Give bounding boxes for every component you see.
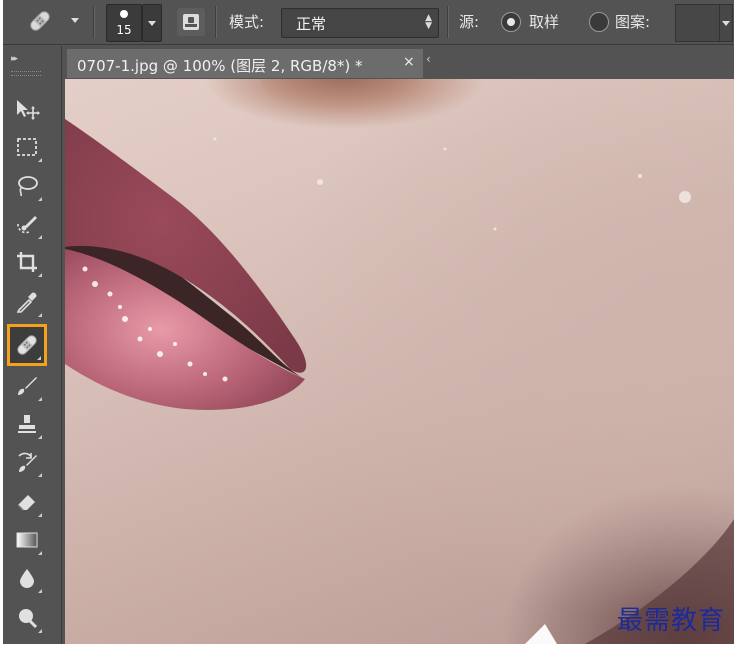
drop-icon <box>20 569 34 588</box>
healing-brush-tool[interactable] <box>7 324 47 366</box>
collapse-panel-icon[interactable]: ▸▸ <box>11 54 18 64</box>
pattern-label[interactable]: 图案: <box>615 11 650 32</box>
brush-picker-dropdown[interactable] <box>142 4 162 42</box>
tool-group-indicator <box>38 629 42 633</box>
toolbox: ▸▸ <box>3 46 62 644</box>
move-icon <box>17 100 40 120</box>
tool-group-indicator <box>38 513 42 517</box>
tool-group-indicator <box>38 397 42 401</box>
tool-preset-picker[interactable] <box>23 6 57 36</box>
mode-select[interactable]: 正常 ▲ ▼ <box>281 8 439 38</box>
tool-group-indicator <box>38 273 42 277</box>
bandage-icon <box>30 11 50 31</box>
bandage-icon <box>17 335 37 355</box>
marquee-icon <box>17 138 37 156</box>
pattern-swatch[interactable] <box>675 4 721 42</box>
history-brush-icon <box>18 452 37 472</box>
clone-stamp-tool[interactable] <box>9 406 45 442</box>
document-tab-bar: 0707-1.jpg @ 100% (图层 2, RGB/8*) * × ‹ <box>62 46 734 78</box>
mode-value: 正常 <box>296 15 327 33</box>
brush-tip-icon <box>120 10 128 18</box>
tool-group-indicator <box>38 435 42 439</box>
clone-source-icon <box>183 14 199 30</box>
crop-tool[interactable] <box>9 244 45 280</box>
brush-size-value: 15 <box>116 23 132 37</box>
brush-size-picker[interactable]: 15 <box>106 4 142 42</box>
eyedropper-tool[interactable] <box>9 284 45 320</box>
gradient-tool[interactable] <box>9 522 45 558</box>
brush-icon <box>18 377 37 395</box>
photo-image <box>65 79 734 644</box>
dodge-tool[interactable] <box>9 600 45 636</box>
updown-arrows-icon: ▲ ▼ <box>425 13 432 31</box>
sampled-label[interactable]: 取样 <box>529 11 559 32</box>
eraser-tool[interactable] <box>9 484 45 520</box>
quick-selection-tool[interactable] <box>9 206 45 242</box>
tool-group-indicator <box>38 235 42 239</box>
tool-group-indicator <box>38 197 42 201</box>
tool-group-indicator <box>38 158 42 162</box>
move-tool[interactable] <box>9 92 45 128</box>
options-bar: 15 模式: 正常 ▲ ▼ 源: 取样 图案: <box>3 0 734 45</box>
marquee-tool[interactable] <box>9 129 45 165</box>
lasso-icon <box>18 176 38 197</box>
divider <box>215 6 217 38</box>
pattern-radio[interactable] <box>589 12 609 32</box>
document-tab-title: 0707-1.jpg @ 100% (图层 2, RGB/8*) * <box>77 57 363 75</box>
mode-label: 模式: <box>229 13 265 31</box>
stamp-icon <box>18 415 36 433</box>
quick-select-icon <box>17 216 37 234</box>
sampled-radio[interactable] <box>501 12 521 32</box>
tool-group-indicator <box>37 356 41 360</box>
document-tab[interactable]: 0707-1.jpg @ 100% (图层 2, RGB/8*) * × <box>67 49 423 78</box>
tool-group-indicator <box>38 473 42 477</box>
gradient-icon <box>16 532 38 548</box>
blur-tool[interactable] <box>9 560 45 596</box>
eyedropper-icon <box>16 292 37 313</box>
tool-group-indicator <box>38 551 42 555</box>
chevron-down-icon <box>148 21 156 26</box>
eraser-icon <box>17 495 35 511</box>
tab-overflow-icon[interactable]: ‹ <box>426 52 432 72</box>
crop-icon <box>17 252 37 272</box>
history-brush-tool[interactable] <box>9 444 45 480</box>
chevron-down-icon <box>722 21 730 26</box>
dodge-icon <box>19 609 38 629</box>
divider <box>93 6 95 38</box>
tool-group-indicator <box>38 589 42 593</box>
photoshop-window: 15 模式: 正常 ▲ ▼ 源: 取样 图案: ▸▸ 0707-1.jpg @ … <box>3 0 734 644</box>
divider <box>447 6 449 38</box>
pattern-dropdown[interactable] <box>719 4 733 42</box>
tool-preset-chevron-down-icon[interactable] <box>71 18 79 23</box>
panel-grip[interactable] <box>11 71 41 76</box>
tool-group-indicator <box>38 313 42 317</box>
watermark-logo: 最需教育 <box>617 606 726 636</box>
clone-source-panel-button[interactable] <box>177 8 205 36</box>
source-label: 源: <box>459 13 480 31</box>
document-canvas[interactable] <box>65 79 734 644</box>
close-icon[interactable]: × <box>403 54 415 70</box>
lasso-tool[interactable] <box>9 168 45 204</box>
brush-tool[interactable] <box>9 368 45 404</box>
